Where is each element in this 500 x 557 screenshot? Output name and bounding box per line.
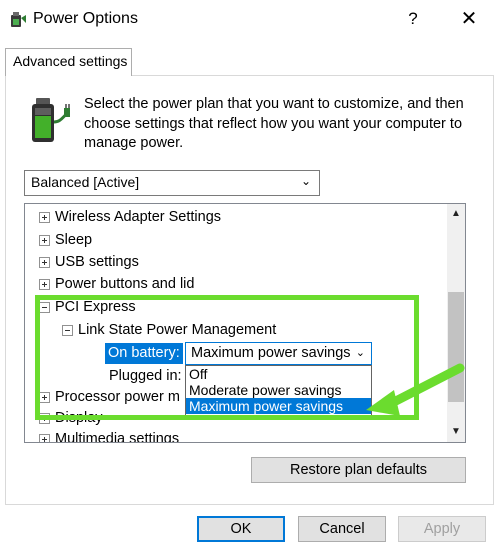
close-button[interactable]: ✕ <box>452 6 486 32</box>
tree-item-label: Link State Power Management <box>78 322 277 338</box>
power-plan-value: Balanced [Active] <box>31 174 140 190</box>
on-battery-select[interactable]: Maximum power savings ⌄ <box>185 342 372 365</box>
option-moderate-power-savings[interactable]: Moderate power savings <box>186 382 371 398</box>
tree-item-label: Power buttons and lid <box>55 276 195 292</box>
tree-item-label: Sleep <box>55 232 93 248</box>
power-plan-select[interactable]: Balanced [Active] ⌄ <box>24 170 320 196</box>
tree-item-label: Multimedia settings <box>55 431 180 443</box>
expand-icon[interactable] <box>39 235 50 246</box>
expand-icon[interactable] <box>39 413 50 424</box>
title-bar: Power Options ? ✕ <box>0 0 500 38</box>
on-battery-value: Maximum power savings <box>191 345 351 361</box>
power-options-icon <box>11 12 26 27</box>
dropdown-list[interactable]: Off Moderate power savings Maximum power… <box>185 365 372 417</box>
tree-item-label: Processor power m <box>55 389 180 405</box>
plugged-in-label[interactable]: Plugged in: <box>109 366 182 387</box>
help-icon: ? <box>408 9 418 28</box>
expand-icon[interactable] <box>39 212 50 223</box>
option-off[interactable]: Off <box>186 366 371 382</box>
help-button[interactable]: ? <box>398 6 428 32</box>
tree-item-label: Wireless Adapter Settings <box>55 209 222 225</box>
on-battery-label[interactable]: On battery: <box>105 343 183 364</box>
chevron-up-icon[interactable]: ▲ <box>447 204 465 224</box>
window-title: Power Options <box>33 10 138 27</box>
arrow-annotation <box>366 363 465 416</box>
tree-item-label: PCI Express <box>55 299 136 315</box>
restore-plan-defaults-button[interactable]: Restore plan defaults <box>251 457 466 483</box>
tab-advanced-settings[interactable]: Advanced settings <box>5 48 132 76</box>
collapse-icon[interactable] <box>62 325 73 336</box>
ok-button[interactable]: OK <box>197 516 285 542</box>
tree-item-label: Display <box>55 410 103 426</box>
description-text: Select the power plan that you want to c… <box>84 96 464 151</box>
chevron-down-icon[interactable]: ▼ <box>447 422 465 442</box>
expand-icon[interactable] <box>39 279 50 290</box>
cancel-button[interactable]: Cancel <box>298 516 386 542</box>
close-icon: ✕ <box>460 8 478 30</box>
option-maximum-power-savings[interactable]: Maximum power savings <box>186 398 371 414</box>
collapse-icon[interactable] <box>39 302 50 313</box>
apply-button[interactable]: Apply <box>398 516 486 542</box>
chevron-down-icon: ⌄ <box>300 174 311 188</box>
battery-plug-icon <box>32 98 70 142</box>
expand-icon[interactable] <box>39 392 50 403</box>
expand-icon[interactable] <box>39 434 50 442</box>
tree-item-label: USB settings <box>55 254 139 270</box>
expand-icon[interactable] <box>39 257 50 268</box>
